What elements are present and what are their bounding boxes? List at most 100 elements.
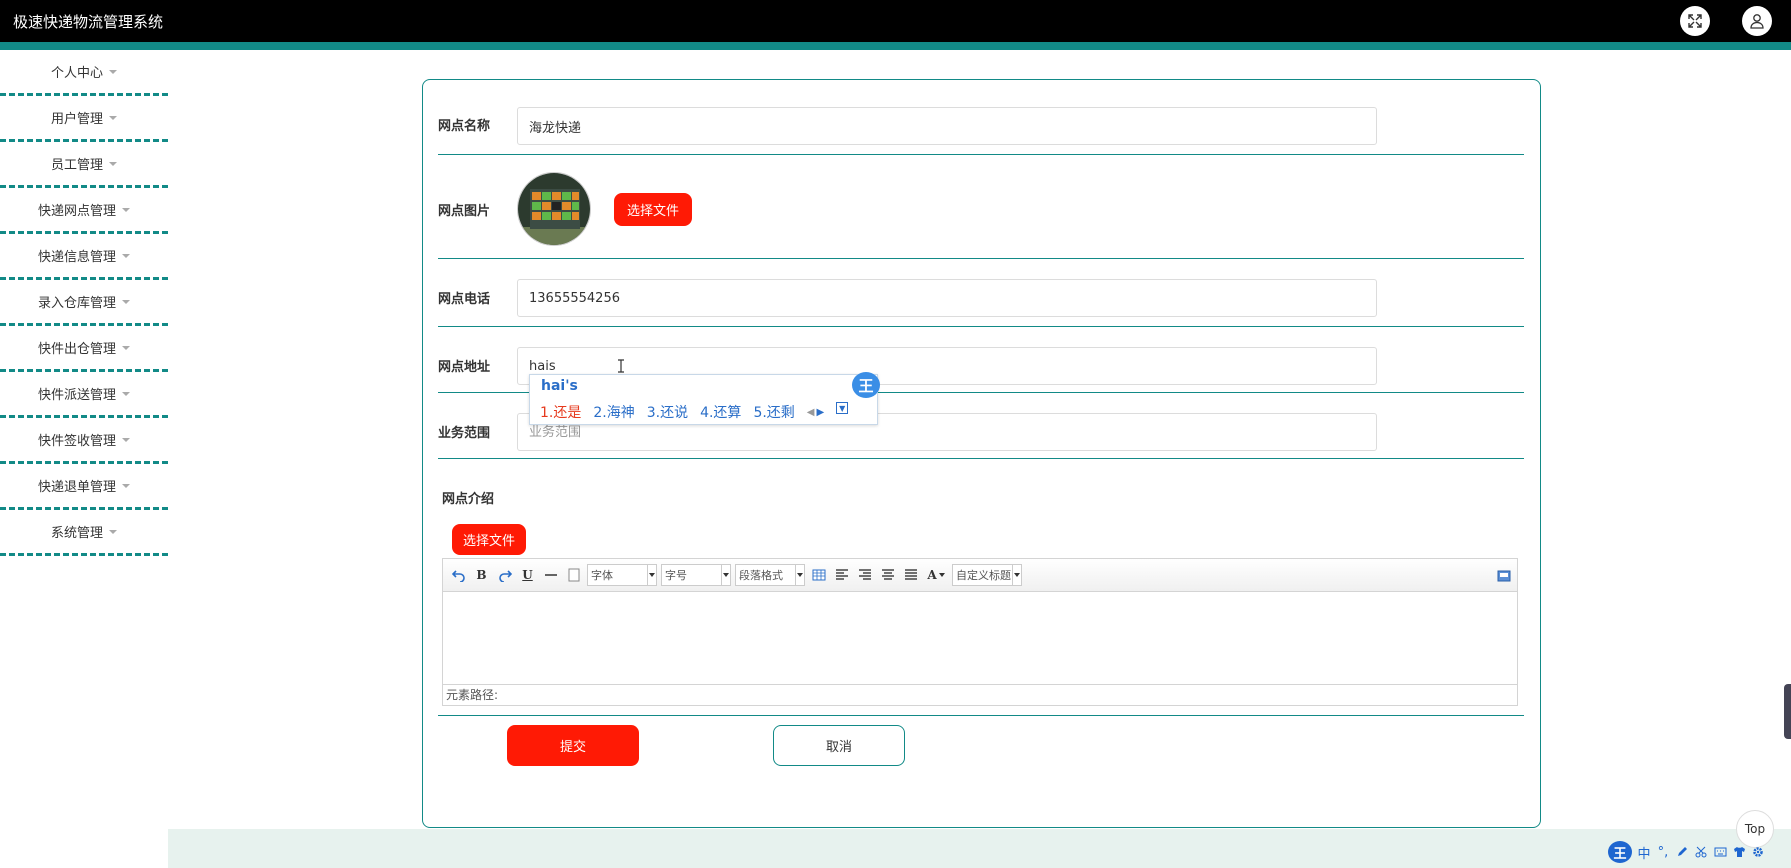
chevron-down-icon <box>109 115 117 120</box>
chevron-down-icon <box>122 207 130 212</box>
ime-candidate[interactable]: 1.还是 <box>540 402 581 422</box>
image-label: 网点图片 <box>438 204 491 219</box>
cancel-button[interactable]: 取消 <box>773 725 905 766</box>
settings-icon[interactable] <box>1751 846 1765 858</box>
redo-icon[interactable] <box>495 566 514 585</box>
font-color-button[interactable]: A <box>924 566 948 585</box>
phone-input[interactable] <box>517 279 1377 317</box>
sidebar-item-label: 快件签收管理 <box>37 434 116 449</box>
ime-candidate[interactable]: 4.还算 <box>700 402 741 422</box>
page-break-icon[interactable] <box>564 566 583 585</box>
form-row-name: 网点名称 <box>438 95 1524 155</box>
sidebar-item-express-info[interactable]: 快递信息管理 <box>0 234 168 280</box>
sidebar-item-warehouse-entry[interactable]: 录入仓库管理 <box>0 280 168 326</box>
side-handle[interactable] <box>1784 684 1791 739</box>
chevron-down-icon <box>122 253 130 258</box>
underline-button[interactable]: U <box>518 566 537 585</box>
outlet-form: 网点名称 网点图片 选择文件 网点电话 网点地址 业务范围 网点介绍 选择文件 <box>422 79 1541 828</box>
sidebar-item-personal-center[interactable]: 个人中心 <box>0 50 168 96</box>
ime-language-toggle[interactable]: 中 <box>1637 843 1651 862</box>
ime-logo[interactable]: 王 <box>1608 841 1632 863</box>
dropdown-arrow-icon <box>795 565 804 585</box>
table-icon[interactable] <box>809 566 828 585</box>
ime-composition: hai's <box>541 378 578 394</box>
sidebar-item-label: 用户管理 <box>50 112 103 127</box>
font-size-select[interactable]: 字号 <box>661 564 731 586</box>
sidebar: 个人中心 用户管理 员工管理 快递网点管理 快递信息管理 录入仓库管理 快件出仓… <box>0 50 168 556</box>
sidebar-item-staff-management[interactable]: 员工管理 <box>0 142 168 188</box>
element-path-label: 元素路径: <box>446 688 499 702</box>
chevron-down-icon <box>122 299 130 304</box>
app-title: 极速快递物流管理系统 <box>13 13 164 31</box>
custom-title-select[interactable]: 自定义标题 <box>952 564 1022 586</box>
outlet-thumbnail <box>517 172 591 246</box>
top-bar: 极速快递物流管理系统 <box>0 0 1791 42</box>
sidebar-item-delivery[interactable]: 快件派送管理 <box>0 372 168 418</box>
font-family-select[interactable]: 字体 <box>587 564 657 586</box>
dropdown-arrow-icon <box>647 565 656 585</box>
sidebar-item-label: 快递信息管理 <box>37 250 116 265</box>
user-icon <box>1750 14 1764 29</box>
horizontal-rule-icon[interactable] <box>541 566 560 585</box>
chevron-down-icon <box>122 345 130 350</box>
chevron-down-icon <box>109 69 117 74</box>
sidebar-item-label: 员工管理 <box>50 158 103 173</box>
sidebar-item-label: 快递退单管理 <box>37 480 116 495</box>
user-button[interactable] <box>1742 6 1772 36</box>
choose-intro-file-button[interactable]: 选择文件 <box>452 524 526 555</box>
ime-candidate-list: 1.还是 2.海神 3.还说 4.还算 5.还剩 ◀ ▶ ▼ <box>540 402 849 422</box>
intro-label: 网点介绍 <box>442 492 495 507</box>
text-cursor-icon <box>618 359 624 373</box>
form-row-image: 网点图片 选择文件 <box>438 155 1524 259</box>
sidebar-item-warehouse-exit[interactable]: 快件出仓管理 <box>0 326 168 372</box>
undo-icon[interactable] <box>449 566 468 585</box>
name-input[interactable] <box>517 107 1377 145</box>
sidebar-item-user-management[interactable]: 用户管理 <box>0 96 168 142</box>
name-label: 网点名称 <box>438 119 491 134</box>
dropdown-arrow-icon <box>1012 565 1021 585</box>
scope-label: 业务范围 <box>438 426 491 441</box>
align-right-icon[interactable] <box>855 566 874 585</box>
editor-toolbar: B U 字体 字号 段落格式 A 自定义标题 <box>443 559 1517 592</box>
fullscreen-button[interactable] <box>1680 6 1710 36</box>
editor-status-bar: 元素路径: <box>443 684 1517 705</box>
sidebar-item-signature[interactable]: 快件签收管理 <box>0 418 168 464</box>
ime-candidate[interactable]: 5.还剩 <box>753 402 794 422</box>
sidebar-item-system[interactable]: 系统管理 <box>0 510 168 556</box>
sidebar-item-label: 个人中心 <box>50 66 103 81</box>
skin-icon[interactable] <box>1732 846 1746 858</box>
sidebar-item-return[interactable]: 快递退单管理 <box>0 464 168 510</box>
ime-candidate[interactable]: 2.海神 <box>593 402 634 422</box>
ime-candidate[interactable]: 3.还说 <box>647 402 688 422</box>
sidebar-item-outlet-management[interactable]: 快递网点管理 <box>0 188 168 234</box>
align-center-icon[interactable] <box>878 566 897 585</box>
chevron-down-icon <box>109 161 117 166</box>
editor-content-area[interactable] <box>443 592 1517 684</box>
chevron-down-icon <box>122 391 130 396</box>
sidebar-item-label: 快递网点管理 <box>37 204 116 219</box>
choose-image-button[interactable]: 选择文件 <box>614 193 692 226</box>
dropdown-arrow-icon <box>721 565 730 585</box>
sidebar-item-label: 系统管理 <box>50 526 103 541</box>
chevron-down-icon <box>122 437 130 442</box>
align-justify-icon[interactable] <box>901 566 920 585</box>
ime-toolbar: 王 中 °, <box>1608 840 1791 864</box>
footer-strip <box>168 829 1791 868</box>
form-row-phone: 网点电话 <box>438 259 1524 327</box>
fullscreen-icon <box>1688 14 1702 28</box>
paragraph-format-select[interactable]: 段落格式 <box>735 564 805 586</box>
pen-icon[interactable] <box>1675 846 1689 858</box>
bold-button[interactable]: B <box>472 566 491 585</box>
sidebar-item-label: 录入仓库管理 <box>37 296 116 311</box>
scissors-icon[interactable] <box>1694 846 1708 858</box>
ime-badge: 王 <box>852 372 880 398</box>
phone-label: 网点电话 <box>438 292 491 307</box>
submit-button[interactable]: 提交 <box>507 725 639 766</box>
ime-expand-icon[interactable]: ▼ <box>836 402 849 414</box>
source-code-icon[interactable] <box>1494 566 1513 585</box>
align-left-icon[interactable] <box>832 566 851 585</box>
ime-page-arrows-icon[interactable]: ◀ ▶ <box>807 402 824 422</box>
ime-punctuation-toggle[interactable]: °, <box>1656 845 1670 860</box>
sidebar-item-label: 快件出仓管理 <box>37 342 116 357</box>
keyboard-icon[interactable] <box>1713 846 1727 858</box>
